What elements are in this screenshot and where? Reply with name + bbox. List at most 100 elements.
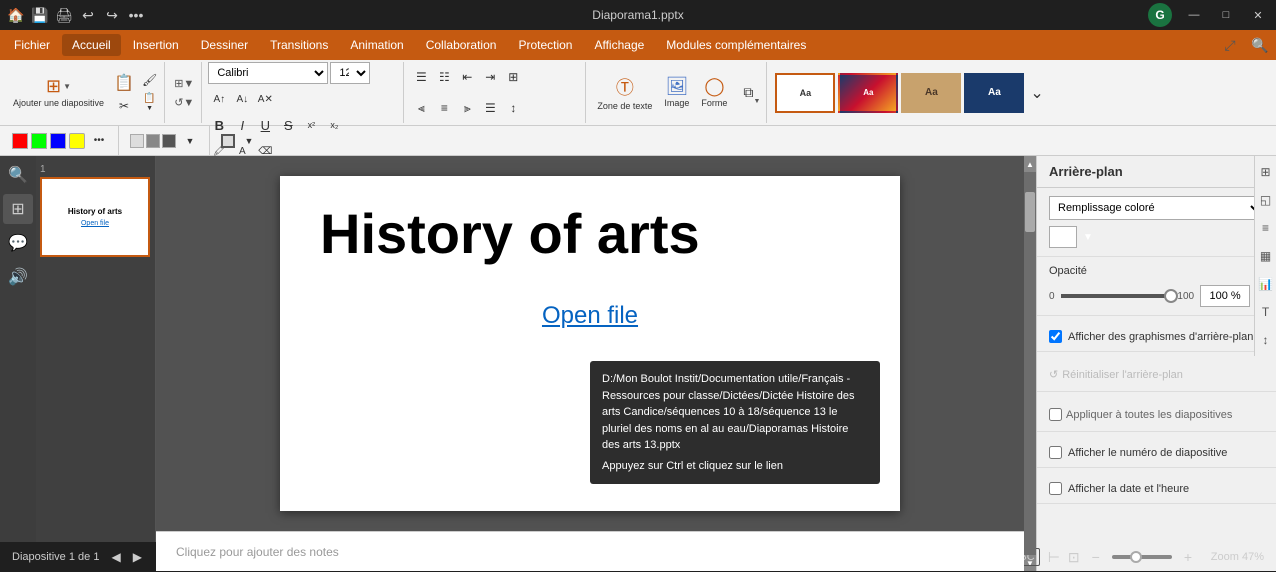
clear-format-button[interactable]: A✕ [254,88,276,110]
ctx-fill-dropdown[interactable]: ▼ [179,130,201,152]
arrange-button[interactable]: ⧉ ▼ [734,67,762,119]
menu-dessiner[interactable]: Dessiner [191,34,258,56]
expand-icon[interactable]: ⤢ [1218,33,1242,57]
vt-icon-6[interactable]: T [1254,300,1276,324]
font-size-select[interactable]: 12 [330,62,370,84]
color-swatch[interactable] [1049,226,1077,248]
show-graphics-checkbox[interactable] [1049,330,1062,343]
notes-area[interactable]: Cliquez pour ajouter des notes [156,531,1024,571]
fill-swatch-3[interactable] [162,134,176,148]
undo-icon[interactable]: ↩ [80,7,96,23]
align-right-button[interactable]: ⫸ [456,97,478,119]
sidebar-slides-icon[interactable]: ⊞ [3,194,33,224]
close-button[interactable]: ✕ [1248,5,1268,25]
zoom-out-button[interactable]: − [1088,547,1104,567]
menu-transitions[interactable]: Transitions [260,34,338,56]
layout-button[interactable]: ⊞▼ [171,75,197,92]
theme-3[interactable]: Aa [901,73,961,113]
zoom-in-button[interactable]: + [1180,547,1196,567]
redo-icon[interactable]: ↪ [104,7,120,23]
sidebar-audio-icon[interactable]: 🔊 [3,262,33,292]
reset-background-button[interactable]: ↺ Réinitialiser l'arrière-plan [1049,366,1264,383]
color-dropdown[interactable]: ▼ [1083,232,1093,243]
home-icon[interactable]: 🏠 [8,7,24,23]
strikethrough-button[interactable]: S [277,114,299,136]
avatar[interactable]: G [1148,3,1172,27]
font-decrease-button[interactable]: A↓ [231,88,253,110]
save-icon[interactable]: 💾 [32,7,48,23]
slide-link[interactable]: Open file [280,302,900,330]
vertical-scrollbar[interactable]: ▲ ▼ [1024,156,1036,571]
theme-4[interactable]: Aa [964,73,1024,113]
ctx-color1[interactable] [69,133,85,149]
opacity-thumb[interactable] [1164,289,1178,303]
more-icon[interactable]: ••• [128,7,144,23]
show-slide-num-checkbox[interactable] [1049,446,1062,459]
show-date-checkbox[interactable] [1049,482,1062,495]
nav-prev[interactable]: ◀ [111,550,120,564]
fill-swatch-1[interactable] [130,134,144,148]
menu-affichage[interactable]: Affichage [584,34,654,56]
vt-icon-1[interactable]: ⊞ [1254,160,1276,184]
line-spacing-button[interactable]: ↕ [502,97,524,119]
slide-preview-1[interactable]: History of arts Open file [40,177,150,257]
cut-button[interactable]: ✂ [111,97,137,115]
sidebar-search-icon[interactable]: 🔍 [3,160,33,190]
font-family-select[interactable]: Calibri [208,62,328,84]
vt-icon-4[interactable]: ▦ [1254,244,1276,268]
menu-insertion[interactable]: Insertion [123,34,189,56]
nav-next[interactable]: ▶ [133,550,142,564]
shape-button[interactable]: ◯ Forme [696,67,732,119]
minimize-button[interactable]: — [1184,5,1204,25]
menu-fichier[interactable]: Fichier [4,34,60,56]
scroll-thumb[interactable] [1025,192,1035,232]
print-icon[interactable]: 🖨 [56,7,72,23]
numbered-list-button[interactable]: ☷ [433,66,455,88]
maximize-button[interactable]: □ [1216,5,1236,25]
vt-icon-3[interactable]: ≡ [1254,216,1276,240]
color-box-green[interactable] [31,133,47,149]
ctx-border-dropdown[interactable]: ▼ [238,130,260,152]
themes-more-button[interactable]: ⌄ [1027,81,1046,105]
font-increase-button[interactable]: A↑ [208,88,230,110]
reset-button[interactable]: ↺▼ [171,94,197,111]
opacity-input[interactable] [1200,285,1250,307]
color-box-blue[interactable] [50,133,66,149]
apply-all-button[interactable]: Appliquer à toutes les diapositives [1049,406,1264,423]
scroll-track[interactable] [1024,172,1036,555]
color-box-red[interactable] [12,133,28,149]
theme-2[interactable]: Aa [838,73,898,113]
menu-modules[interactable]: Modules complémentaires [656,34,816,56]
text-zone-button[interactable]: Ⓣ Zone de texte [592,67,657,119]
search-menu-icon[interactable]: 🔍 [1248,33,1272,57]
columns-button[interactable]: ⊞ [502,66,524,88]
vt-icon-2[interactable]: ◱ [1254,188,1276,212]
apply-all-checkbox[interactable] [1049,408,1062,421]
paste-button[interactable]: 📋 [111,71,137,95]
align-center-button[interactable]: ≡ [433,97,455,119]
menu-animation[interactable]: Animation [340,34,413,56]
image-button[interactable]: 🖼 Image [659,67,694,119]
theme-1[interactable]: Aa [775,73,835,113]
decrease-indent-button[interactable]: ⇤ [456,66,478,88]
scroll-up-button[interactable]: ▲ [1024,156,1036,172]
fill-swatch-2[interactable] [146,134,160,148]
paste-options-button[interactable]: 📋 ▼ [139,91,160,114]
dropdown-arrow[interactable]: ▼ [63,82,71,91]
sidebar-comments-icon[interactable]: 💬 [3,228,33,258]
menu-collaboration[interactable]: Collaboration [416,34,507,56]
increase-indent-button[interactable]: ⇥ [479,66,501,88]
opacity-slider-track[interactable] [1061,294,1172,298]
fit-page-button[interactable]: ⊡ [1068,549,1080,566]
vt-icon-7[interactable]: ↕ [1254,328,1276,352]
canvas-scroll[interactable]: History of arts Open file D:/Mon Boulot … [156,156,1024,531]
menu-accueil[interactable]: Accueil [62,34,121,56]
vt-icon-5[interactable]: 📊 [1254,272,1276,296]
add-slide-button[interactable]: ⊞ ▼ Ajouter une diapositive [8,67,109,119]
slide-thumbnail-1[interactable]: 1 History of arts Open file [40,164,151,257]
align-left-button[interactable]: ⫷ [410,97,432,119]
subscript-button[interactable]: x₂ [323,114,345,136]
bullet-list-button[interactable]: ☰ [410,66,432,88]
superscript-button[interactable]: x² [300,114,322,136]
fill-type-select[interactable]: Remplissage coloré Dégradé Image ou text… [1049,196,1264,220]
